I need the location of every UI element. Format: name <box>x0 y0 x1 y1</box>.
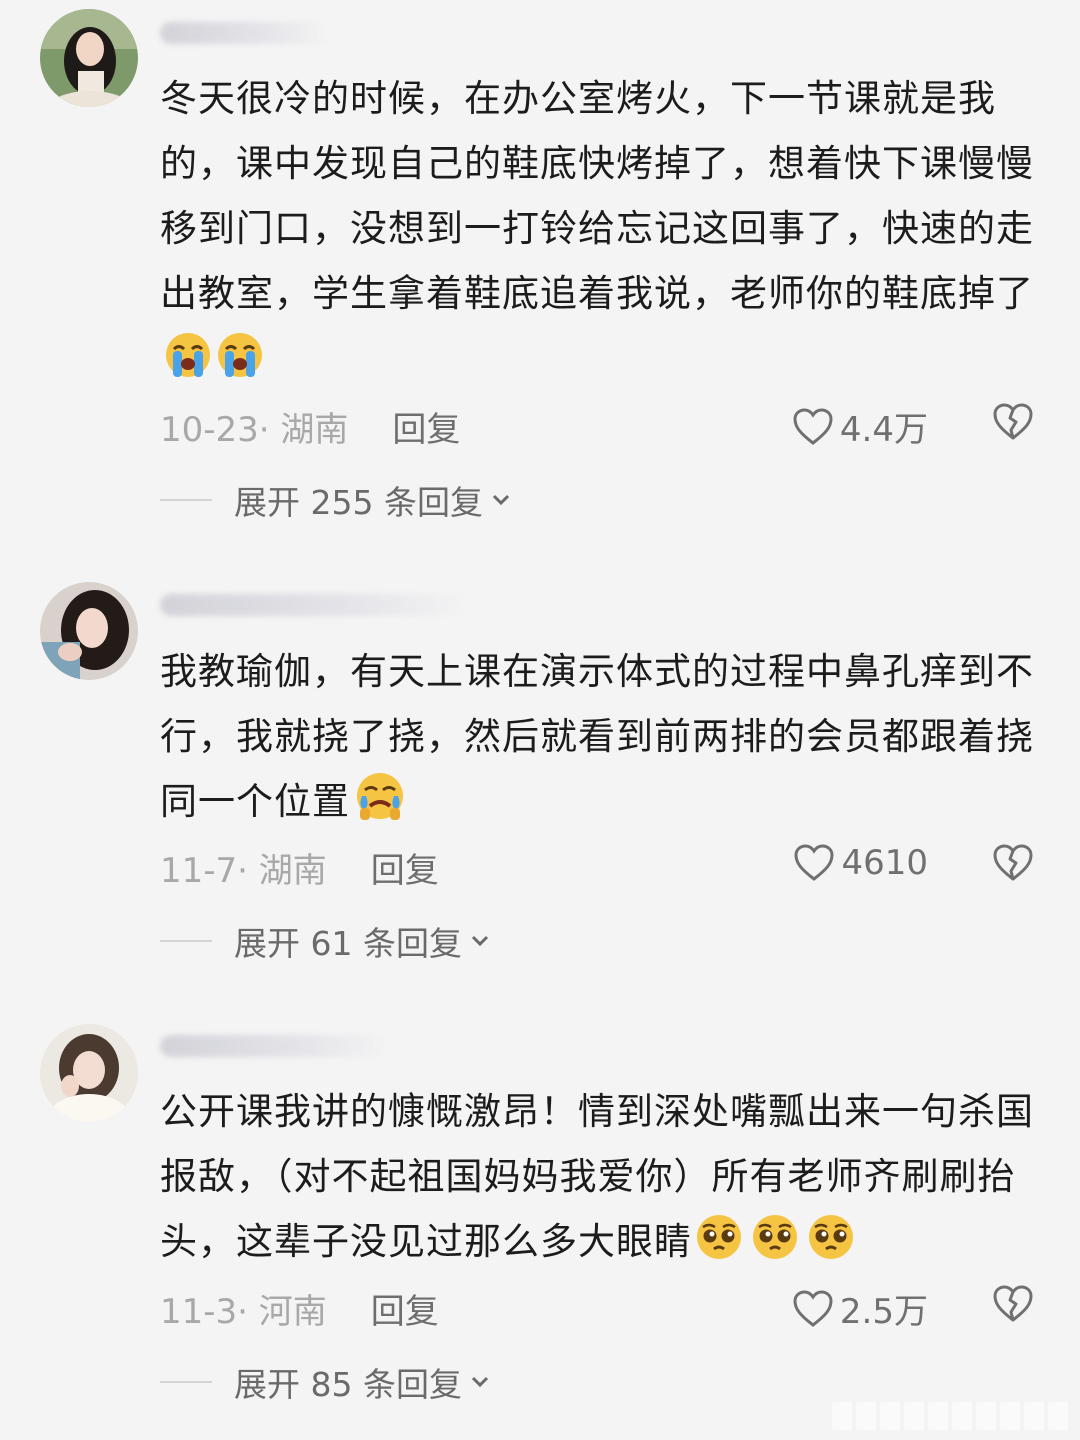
heart-outline-icon <box>793 407 833 445</box>
date-location: 10-23· 湖南 <box>160 410 349 450</box>
like-button[interactable]: 2.5万 <box>792 1284 928 1333</box>
divider <box>160 940 212 942</box>
chevron-down-icon <box>492 494 510 506</box>
dislike-button[interactable] <box>992 402 1034 446</box>
heart-outline-icon <box>793 1289 833 1327</box>
comment-text: 我教瑜伽，有天上课在演示体式的过程中鼻孔痒到不行，我就挠了挠，然后就看到前两排的… <box>160 650 1034 823</box>
expand-replies-button[interactable]: 展开 85 条回复 <box>160 1358 490 1406</box>
comment-text: 公开课我讲的慷慨激昂！情到深处嘴瓢出来一句杀国报敌，（对不起祖国妈妈我爱你）所有… <box>160 1090 1034 1263</box>
username[interactable] <box>160 22 330 44</box>
username[interactable] <box>160 594 470 616</box>
expand-replies-label: 展开 85 条回复 <box>234 1365 462 1404</box>
expand-replies-label: 展开 61 条回复 <box>234 924 462 963</box>
dislike-button[interactable] <box>992 1284 1034 1328</box>
pleading-face-icon <box>806 1212 856 1262</box>
date-location: 11-7· 湖南 <box>160 851 327 891</box>
like-count: 4610 <box>841 843 928 883</box>
heart-outline-icon <box>794 844 834 881</box>
divider <box>160 1381 212 1383</box>
date-location: 11-3· 河南 <box>160 1292 327 1332</box>
reply-button[interactable]: 回复 <box>392 402 460 451</box>
pleading-face-icon <box>750 1212 800 1262</box>
avatar[interactable] <box>40 9 138 107</box>
chevron-down-icon <box>471 1376 489 1388</box>
loudly-crying-face-icon <box>164 331 212 379</box>
reply-button[interactable]: 回复 <box>371 1284 439 1333</box>
expand-replies-label: 展开 255 条回复 <box>234 483 483 522</box>
loudly-crying-face-icon <box>216 331 264 379</box>
like-button[interactable]: 4610 <box>793 843 928 883</box>
face-holding-back-tears-icon <box>354 770 406 822</box>
chevron-down-icon <box>471 935 489 947</box>
expand-replies-button[interactable]: 展开 61 条回复 <box>160 917 490 965</box>
reply-button[interactable]: 回复 <box>371 843 439 892</box>
divider <box>160 499 212 501</box>
broken-heart-icon <box>993 403 1033 440</box>
broken-heart-icon <box>993 844 1033 881</box>
comment-meta: 10-23· 湖南 回复 <box>160 402 460 451</box>
broken-heart-icon <box>993 1285 1033 1322</box>
like-count: 4.4万 <box>839 410 928 450</box>
watermark <box>832 1402 1072 1436</box>
comment-text: 冬天很冷的时候，在办公室烤火，下一节课就是我的，课中发现自己的鞋底快烤掉了，想着… <box>160 66 1040 391</box>
comment-meta: 11-7· 湖南 回复 <box>160 843 439 892</box>
like-count: 2.5万 <box>839 1292 928 1332</box>
avatar[interactable] <box>40 1024 138 1122</box>
like-button[interactable]: 4.4万 <box>792 402 928 451</box>
pleading-face-icon <box>694 1212 744 1262</box>
dislike-button[interactable] <box>992 843 1034 887</box>
comment-meta: 11-3· 河南 回复 <box>160 1284 439 1333</box>
avatar[interactable] <box>40 582 138 680</box>
username[interactable] <box>160 1035 390 1057</box>
expand-replies-button[interactable]: 展开 255 条回复 <box>160 476 511 524</box>
